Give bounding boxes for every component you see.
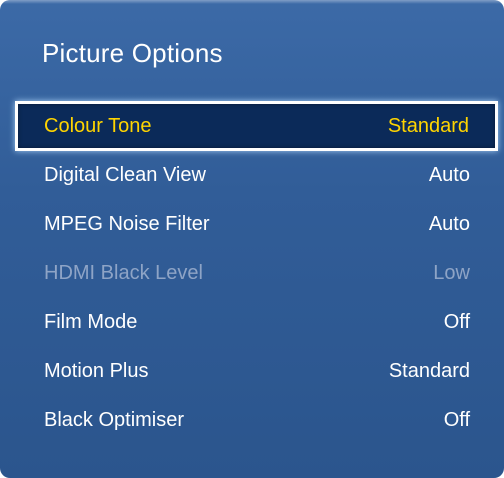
option-label: Black Optimiser (44, 409, 185, 431)
option-value: Auto (428, 164, 470, 186)
option-label: Colour Tone (44, 114, 152, 137)
option-hdmi-black-level: HDMI Black Level Low (15, 249, 498, 298)
picture-options-menu: Picture Options Colour Tone Standard Dig… (0, 0, 504, 478)
option-label: Film Mode (44, 311, 138, 333)
option-mpeg-noise-filter[interactable]: MPEG Noise Filter Auto (15, 200, 498, 249)
option-label: Motion Plus (44, 360, 149, 382)
option-label: Digital Clean View (44, 164, 206, 186)
option-black-optimiser[interactable]: Black Optimiser Off (15, 396, 498, 445)
option-colour-tone[interactable]: Colour Tone Standard (15, 101, 498, 151)
option-motion-plus[interactable]: Motion Plus Standard (15, 347, 498, 396)
option-list: Colour Tone Standard Digital Clean View … (15, 101, 498, 445)
option-value: Low (433, 262, 470, 284)
option-value: Standard (388, 360, 470, 382)
option-label: MPEG Noise Filter (44, 213, 210, 235)
menu-title: Picture Options (42, 38, 223, 68)
option-value: Standard (387, 114, 469, 137)
option-label: HDMI Black Level (44, 262, 203, 284)
option-value: Off (443, 311, 470, 333)
option-digital-clean-view[interactable]: Digital Clean View Auto (15, 151, 498, 200)
option-value: Auto (428, 213, 470, 235)
option-film-mode[interactable]: Film Mode Off (15, 298, 498, 347)
option-value: Off (443, 409, 470, 431)
